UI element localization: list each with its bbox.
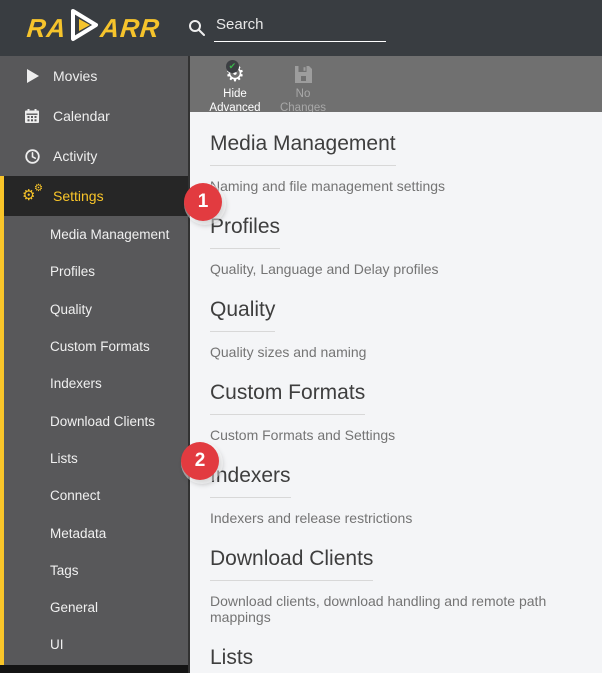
section-link[interactable]: Lists: [210, 646, 253, 673]
section-custom-formats: Custom Formats Custom Formats and Settin…: [210, 381, 582, 443]
check-icon: ✔: [225, 60, 239, 73]
section-media-management: Media Management Naming and file managem…: [210, 132, 582, 194]
sidebar-item-label: Calendar: [53, 108, 110, 124]
section-link[interactable]: Media Management: [210, 132, 396, 166]
main-column: ⚙ ✔ Hide Advanced No Changes Media Manag…: [188, 56, 602, 673]
sidebar-item-activity[interactable]: Activity: [0, 136, 188, 176]
sidebar-item-label: Settings: [53, 188, 104, 204]
section-link[interactable]: Profiles: [210, 215, 281, 249]
save-floppy-icon: [294, 61, 313, 87]
sidebar-item-movies[interactable]: Movies: [0, 56, 188, 96]
sidebar-subitem-lists[interactable]: Lists: [4, 440, 188, 477]
section-profiles: Profiles Quality, Language and Delay pro…: [210, 215, 582, 277]
sidebar-bottom-strip: [0, 665, 188, 673]
sidebar-subitem-quality[interactable]: Quality: [4, 291, 188, 328]
sidebar-subitem-custom-formats[interactable]: Custom Formats: [4, 328, 188, 365]
logo-text-left: RA: [25, 12, 69, 43]
sidebar-subitem-download-clients[interactable]: Download Clients: [4, 402, 188, 439]
search-bar: [188, 14, 386, 42]
section-link[interactable]: Quality: [210, 298, 276, 332]
section-description: Quality sizes and naming: [210, 344, 367, 360]
hide-advanced-button[interactable]: ⚙ ✔ Hide Advanced: [202, 60, 268, 115]
radarr-logo[interactable]: RA ARR: [25, 8, 162, 49]
section-indexers: Indexers Indexers and release restrictio…: [210, 464, 582, 526]
sidebar-subitem-metadata[interactable]: Metadata: [4, 514, 188, 551]
sidebar-subitem-general[interactable]: General: [4, 589, 188, 626]
search-icon: [189, 20, 205, 36]
sidebar-item-label: Activity: [53, 148, 98, 164]
section-description: Indexers and release restrictions: [210, 510, 413, 526]
annotation-badge-2: 2: [181, 442, 219, 480]
section-lists: Lists: [210, 646, 582, 673]
sidebar-item-label: Movies: [53, 68, 98, 84]
top-bar: RA ARR: [0, 0, 602, 56]
sidebar-item-calendar[interactable]: Calendar: [0, 96, 188, 136]
sidebar-subitem-ui[interactable]: UI: [4, 626, 188, 663]
settings-overview: Media Management Naming and file managem…: [190, 112, 602, 673]
advanced-gear-icon: ⚙ ✔: [225, 60, 245, 86]
calendar-icon: [24, 109, 40, 123]
section-link[interactable]: Custom Formats: [210, 381, 366, 415]
sidebar-item-settings[interactable]: ⚙ ⚙ Settings: [4, 176, 188, 216]
sidebar: Movies Calendar Activity ⚙ ⚙ Settings Me…: [0, 56, 188, 673]
sidebar-subitem-profiles[interactable]: Profiles: [4, 253, 188, 290]
section-link[interactable]: Indexers: [210, 464, 291, 498]
play-icon: [24, 69, 40, 83]
play-triangle-icon: [69, 8, 99, 49]
annotation-badge-1: 1: [184, 183, 222, 221]
search-input[interactable]: [214, 14, 386, 42]
logo-text-right: ARR: [99, 12, 162, 43]
section-description: Quality, Language and Delay profiles: [210, 261, 439, 277]
section-download-clients: Download Clients Download clients, downl…: [210, 547, 582, 625]
section-description: Download clients, download handling and …: [210, 593, 547, 625]
settings-group: ⚙ ⚙ Settings Media Management Profiles Qu…: [0, 176, 188, 665]
sidebar-subitem-indexers[interactable]: Indexers: [4, 365, 188, 402]
section-description: Custom Formats and Settings: [210, 427, 396, 443]
clock-icon: [24, 148, 40, 164]
settings-toolbar: ⚙ ✔ Hide Advanced No Changes: [190, 56, 602, 115]
no-changes-save-button[interactable]: No Changes: [270, 61, 336, 115]
sidebar-subitem-tags[interactable]: Tags: [4, 552, 188, 589]
section-quality: Quality Quality sizes and naming: [210, 298, 582, 360]
gears-icon: ⚙ ⚙: [22, 182, 43, 204]
section-description: Naming and file management settings: [210, 178, 446, 194]
section-link[interactable]: Download Clients: [210, 547, 374, 581]
sidebar-subitem-media-management[interactable]: Media Management: [4, 216, 188, 253]
sidebar-subitem-connect[interactable]: Connect: [4, 477, 188, 514]
